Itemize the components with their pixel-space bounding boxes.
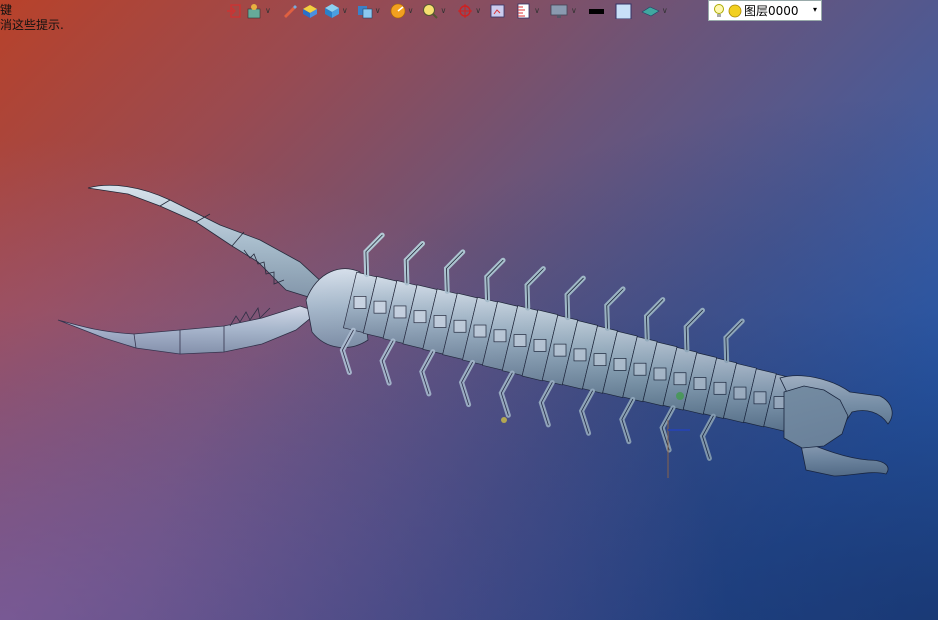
leg xyxy=(363,232,385,278)
layer-move-button[interactable]: ∨ xyxy=(244,0,273,21)
chevron-down-icon: ∨ xyxy=(440,5,447,15)
color-white-icon xyxy=(615,3,632,19)
leg xyxy=(379,338,396,386)
cube-icon xyxy=(324,3,339,18)
leg xyxy=(538,380,555,428)
leg xyxy=(458,359,476,408)
copy-solid-icon xyxy=(357,5,373,18)
monitor-button[interactable]: ∨ xyxy=(548,0,579,21)
dial-button[interactable]: ∨ xyxy=(387,0,416,21)
leg xyxy=(643,297,666,342)
surface-icon xyxy=(641,6,660,16)
color-white-button[interactable] xyxy=(613,0,635,21)
pencil-button[interactable] xyxy=(279,0,299,21)
segment-plate xyxy=(373,300,387,314)
segment-plate xyxy=(733,386,747,400)
chevron-down-icon: ∨ xyxy=(571,5,577,15)
segment-plate xyxy=(553,343,567,357)
color-black-icon xyxy=(588,8,604,14)
zoom-fit-button[interactable]: ∨ xyxy=(419,0,448,21)
segment-plate xyxy=(613,358,627,371)
segment-plate xyxy=(353,296,367,309)
leg xyxy=(699,413,716,461)
cube-button[interactable]: ∨ xyxy=(321,0,350,21)
centipede-model[interactable] xyxy=(0,0,938,620)
leg xyxy=(604,286,626,331)
leg xyxy=(564,275,586,321)
leg xyxy=(419,349,436,397)
leg xyxy=(498,370,515,418)
segment-plate xyxy=(713,381,727,395)
chevron-down-icon: ∨ xyxy=(407,5,414,15)
graphics-viewport[interactable]: 键 消这些提示. ∨ ∨ ∨ ∨ ∨ ∨ ∨ ∨ ∨ 图层0000 ▾ xyxy=(0,0,938,620)
ruler-icon xyxy=(517,3,530,18)
chevron-down-icon: ∨ xyxy=(475,5,482,15)
chevron-down-icon: ∨ xyxy=(374,5,381,15)
monitor-icon xyxy=(550,4,568,18)
segment-plate xyxy=(493,329,507,343)
lightbulb-icon xyxy=(714,3,724,17)
segment-plate xyxy=(433,315,447,328)
ruler-button[interactable]: ∨ xyxy=(513,0,542,21)
segment-plate xyxy=(753,391,767,405)
zoom-fit-icon xyxy=(423,3,439,19)
layer-selector[interactable]: 图层0000 ▾ xyxy=(708,0,822,21)
lower-mandible xyxy=(57,305,319,355)
leg xyxy=(443,249,466,294)
color-black-button[interactable] xyxy=(585,0,609,21)
segment-plate xyxy=(633,362,647,376)
leg xyxy=(578,388,596,436)
pencil-icon xyxy=(283,4,297,18)
frame-button[interactable] xyxy=(487,0,509,21)
target-icon xyxy=(458,3,473,18)
box-button[interactable] xyxy=(299,0,321,21)
segment-plate xyxy=(593,353,607,367)
segment-plate xyxy=(393,305,407,319)
leg xyxy=(484,257,506,303)
segment-plate xyxy=(693,377,707,390)
leg xyxy=(619,396,636,445)
target-button[interactable]: ∨ xyxy=(454,0,483,21)
chevron-down-icon: ∨ xyxy=(661,5,668,15)
segment-plate xyxy=(533,338,547,352)
hint-line-2: 消这些提示. xyxy=(0,18,64,32)
leg xyxy=(683,307,706,353)
segment-plate xyxy=(413,310,427,324)
exit-icon xyxy=(227,3,241,18)
segment-plate xyxy=(453,319,467,333)
sun-icon xyxy=(728,4,742,17)
upper-mandible xyxy=(87,184,327,301)
layer-name: 图层0000 xyxy=(744,4,799,18)
layer-move-icon xyxy=(247,3,261,18)
leg xyxy=(723,318,745,363)
box-yellow-icon xyxy=(302,4,317,18)
view-toolbar: ∨ ∨ ∨ ∨ ∨ ∨ ∨ ∨ ∨ xyxy=(224,0,670,21)
hint-line-1: 键 xyxy=(0,3,13,17)
leg xyxy=(524,266,546,311)
segment-plate xyxy=(473,324,487,338)
segment-plate xyxy=(513,334,527,347)
dial-icon xyxy=(390,3,405,18)
copy-solid-button[interactable]: ∨ xyxy=(354,0,383,21)
segment-plate xyxy=(673,372,687,386)
frame-icon xyxy=(490,4,505,17)
segment-plate xyxy=(653,367,667,381)
chevron-down-icon: ∨ xyxy=(265,5,271,15)
chevron-down-icon: ∨ xyxy=(534,5,541,15)
exit-button[interactable] xyxy=(224,0,244,21)
chevron-down-icon: ∨ xyxy=(341,5,348,15)
leg xyxy=(403,240,426,286)
dropdown-arrow-icon[interactable]: ▾ xyxy=(813,5,817,14)
tail-claws xyxy=(779,375,893,477)
segment-plate xyxy=(573,348,587,362)
surface-button[interactable]: ∨ xyxy=(639,0,670,21)
